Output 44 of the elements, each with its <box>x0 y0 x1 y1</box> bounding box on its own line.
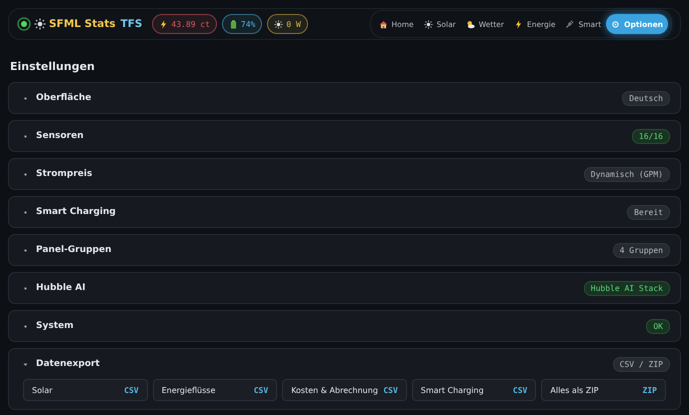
brand-name: SFML Stats <box>49 18 116 30</box>
status-badge: Hubble AI Stack <box>584 280 670 296</box>
section-title: Hubble AI <box>36 283 86 293</box>
section-header[interactable]: Sensoren 16/16 <box>9 121 680 151</box>
status-badge: CSV / ZIP <box>612 356 670 372</box>
status-badge: Dynamisch (GPM) <box>584 166 670 182</box>
battery-icon <box>228 20 238 28</box>
section-title: System <box>36 321 74 331</box>
section-header[interactable]: Panel-Gruppen 4 Gruppen <box>9 235 680 265</box>
export-button[interactable]: Kosten & Abrechnung CSV <box>282 379 407 401</box>
status-chip: 43.89 ct <box>152 14 217 34</box>
page-title: Einstellungen <box>10 60 96 73</box>
plug-icon <box>565 20 574 28</box>
status-badge: 16/16 <box>632 128 670 144</box>
export-button[interactable]: Energieflüsse CSV <box>152 379 278 401</box>
sun-icon <box>424 20 433 28</box>
house-icon <box>378 20 388 28</box>
section-title: Oberfläche <box>36 93 92 103</box>
section-title: Strompreis <box>36 169 92 179</box>
section-header[interactable]: Oberfläche Deutsch <box>9 83 680 113</box>
section-header[interactable]: System OK <box>9 311 680 341</box>
lightning-icon <box>514 20 523 28</box>
export-button[interactable]: Alles als ZIP ZIP <box>541 379 666 401</box>
brand-suffix: TFS <box>120 18 142 30</box>
sun-cloud-icon <box>466 20 475 28</box>
section-title: Sensoren <box>36 131 84 141</box>
status-badge: Bereit <box>627 204 670 220</box>
section-title: Datenexport <box>36 359 100 369</box>
section-header[interactable]: Datenexport CSV / ZIP <box>9 349 680 379</box>
section-header[interactable]: Strompreis Dynamisch (GPM) <box>9 159 680 189</box>
status-badge: 4 Gruppen <box>612 242 670 258</box>
section-header[interactable]: Hubble AI Hubble AI Stack <box>9 273 680 303</box>
status-chip: 0 W <box>267 14 308 34</box>
export-button[interactable]: Solar CSV <box>23 379 148 401</box>
export-button[interactable]: Smart Charging CSV <box>412 379 536 401</box>
sun-icon <box>274 20 284 28</box>
status-chip: 74% <box>222 14 262 34</box>
section-title: Smart Charging <box>36 207 116 217</box>
section-title: Panel-Gruppen <box>36 245 112 255</box>
status-badge: OK <box>646 318 670 334</box>
sun-icon <box>34 18 46 30</box>
lightning-icon <box>159 20 168 28</box>
status-badge: Deutsch <box>622 90 670 106</box>
section-header[interactable]: Smart Charging Bereit <box>9 197 680 227</box>
